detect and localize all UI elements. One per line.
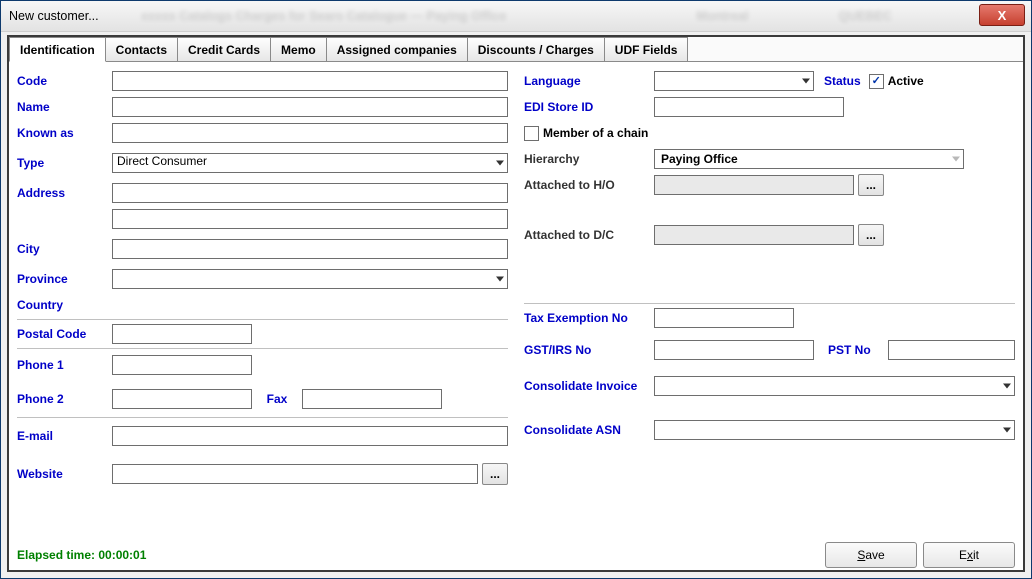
label-dc: Attached to D/C [524,228,654,242]
right-column: Language Status ✓ Active EDI Store ID [516,61,1023,540]
divider [524,303,1015,304]
province-select[interactable] [112,269,508,289]
gst-input[interactable] [654,340,814,360]
hierarchy-select[interactable]: Paying Office [654,149,964,169]
label-code: Code [17,74,112,88]
save-button[interactable]: Save [825,542,917,568]
label-city: City [17,242,112,256]
hierarchy-value: Paying Office [661,152,738,166]
active-checkbox[interactable]: ✓ [869,74,884,89]
tax-input[interactable] [654,308,794,328]
ca-select[interactable] [654,420,1015,440]
titlebar: New customer... xxxxx Catalogs Charges f… [1,1,1031,32]
fax-input[interactable] [302,389,442,409]
label-language: Language [524,74,654,88]
tab-contacts[interactable]: Contacts [105,37,178,61]
tab-discounts-charges[interactable]: Discounts / Charges [467,37,605,61]
label-active: Active [888,74,924,88]
close-icon: X [998,8,1007,23]
address-1-input[interactable] [112,183,508,203]
exit-rest: it [973,548,979,562]
label-email: E-mail [17,429,112,443]
tab-identification[interactable]: Identification [9,37,106,62]
window-title: New customer... [9,9,99,23]
content: Identification Contacts Credit Cards Mem… [7,35,1025,572]
label-member: Member of a chain [543,126,648,140]
tab-memo[interactable]: Memo [270,37,327,61]
label-fax: Fax [252,392,302,406]
check-icon: ✓ [872,76,881,87]
language-select[interactable] [654,71,814,91]
type-select[interactable]: Direct Consumer [112,153,508,173]
phone2-input[interactable] [112,389,252,409]
tab-udf-fields[interactable]: UDF Fields [604,37,689,61]
edi-input[interactable] [654,97,844,117]
elapsed-time: Elapsed time: 00:00:01 [17,548,146,562]
close-button[interactable]: X [979,4,1025,26]
window: New customer... xxxxx Catalogs Charges f… [0,0,1032,579]
ci-select[interactable] [654,376,1015,396]
label-phone2: Phone 2 [17,392,112,406]
label-edi: EDI Store ID [524,100,654,114]
email-input[interactable] [112,426,508,446]
known-as-input[interactable] [112,123,508,143]
label-ci: Consolidate Invoice [524,379,654,393]
dc-readonly [654,225,854,245]
type-value: Direct Consumer [117,154,207,168]
label-type: Type [17,156,112,170]
city-input[interactable] [112,239,508,259]
code-input[interactable] [112,71,508,91]
label-country: Country [17,298,112,312]
save-rest: ave [865,548,884,562]
divider [17,417,508,418]
background-blur: xxxxx Catalogs Charges for Sears Catalog… [141,1,971,31]
label-address: Address [17,186,112,200]
label-province: Province [17,272,112,286]
label-hierarchy: Hierarchy [524,152,654,166]
tab-assigned-companies[interactable]: Assigned companies [326,37,468,61]
form-area: Code Name Known as Type Direct Consumer [9,61,1023,540]
exit-pre: E [959,548,967,562]
name-input[interactable] [112,97,508,117]
ho-browse-button[interactable]: ... [858,174,884,196]
label-tax: Tax Exemption No [524,311,654,325]
postal-code-input[interactable] [112,324,252,344]
tabstrip: Identification Contacts Credit Cards Mem… [9,37,1023,62]
footer: Elapsed time: 00:00:01 Save Exit [9,540,1023,570]
left-column: Code Name Known as Type Direct Consumer [9,61,516,540]
label-website: Website [17,467,112,481]
divider [17,319,508,320]
divider [17,348,508,349]
label-name: Name [17,100,112,114]
label-postal-code: Postal Code [17,327,112,341]
website-input[interactable] [112,464,478,484]
label-gst: GST/IRS No [524,343,654,357]
pst-input[interactable] [888,340,1015,360]
website-browse-button[interactable]: ... [482,463,508,485]
label-phone1: Phone 1 [17,358,112,372]
ho-readonly [654,175,854,195]
tab-credit-cards[interactable]: Credit Cards [177,37,271,61]
label-ho: Attached to H/O [524,178,654,192]
phone1-input[interactable] [112,355,252,375]
label-status: Status [824,74,861,88]
exit-button[interactable]: Exit [923,542,1015,568]
address-2-input[interactable] [112,209,508,229]
label-known-as: Known as [17,126,112,140]
member-checkbox[interactable] [524,126,539,141]
dc-browse-button[interactable]: ... [858,224,884,246]
label-ca: Consolidate ASN [524,423,654,437]
label-pst: PST No [828,343,888,357]
